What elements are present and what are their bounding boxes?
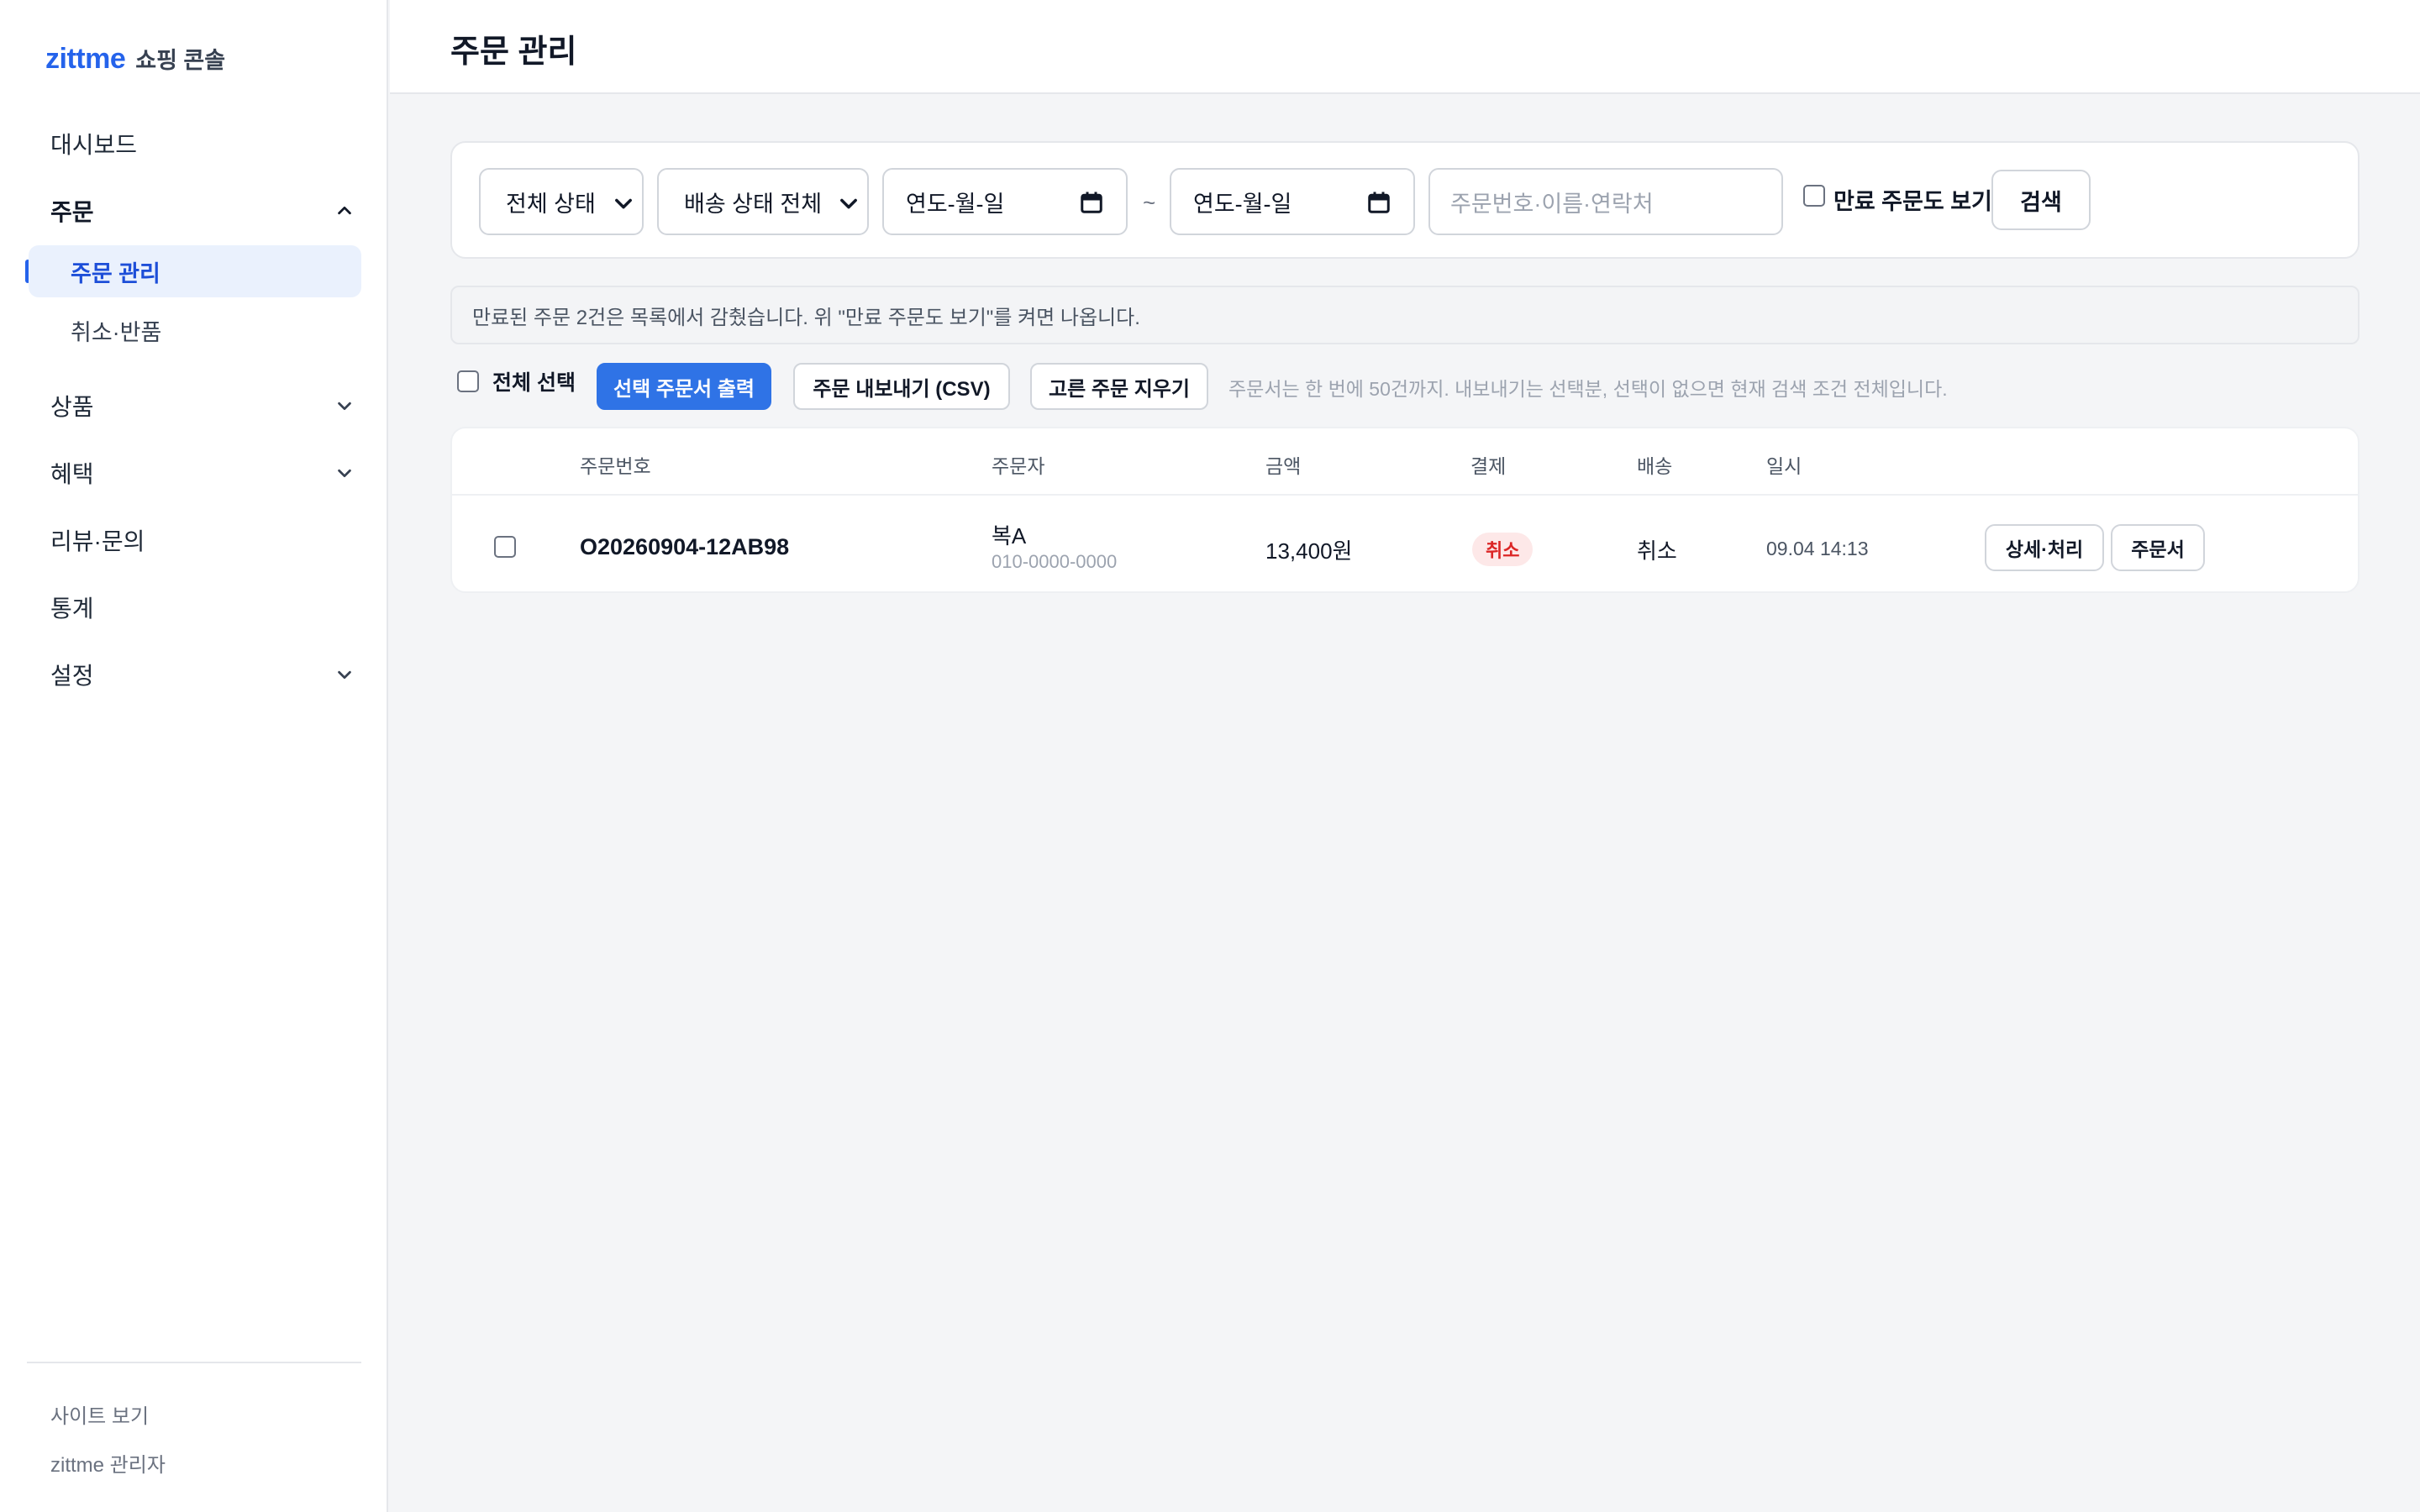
status-select[interactable]: 전체 상태 — [479, 168, 644, 235]
sidebar-item-cancel-return[interactable]: 취소·반품 — [29, 304, 361, 356]
sidebar-item-orders[interactable]: 주문 — [50, 190, 361, 232]
sidebar-item-label: 주문 — [50, 199, 94, 225]
date-to-placeholder: 연도-월-일 — [1193, 191, 1292, 217]
filter-card: 전체 상태 배송 상태 전체 연도-월-일 ~ 연도-월-일 주문번호·이름·연… — [450, 141, 2360, 259]
calendar-icon[interactable] — [1079, 190, 1104, 215]
search-placeholder: 주문번호·이름·연락처 — [1450, 191, 1654, 217]
notice-text: 만료된 주문 2건은 목록에서 감췄습니다. 위 "만료 주문도 보기"를 켜면… — [472, 306, 1140, 329]
chevron-down-icon — [328, 456, 361, 490]
print-selected-button[interactable]: 선택 주문서 출력 — [597, 363, 771, 410]
export-csv-button[interactable]: 주문 내보내기 (CSV) — [793, 363, 1010, 410]
chevron-up-icon — [328, 194, 361, 228]
detail-button[interactable]: 상세·처리 — [1985, 524, 2104, 571]
col-shipping: 배송 — [1637, 455, 1673, 477]
shipping-select[interactable]: 배송 상태 전체 — [657, 168, 869, 235]
orders-table: 주문번호 주문자 금액 결제 배송 일시 O20260904-12AB98 복A… — [450, 427, 2360, 593]
date-from-placeholder: 연도-월-일 — [906, 191, 1005, 217]
sidebar-item-label: 통계 — [50, 596, 94, 622]
select-all[interactable]: 전체 선택 — [457, 366, 576, 396]
select-all-checkbox[interactable] — [457, 370, 479, 392]
table-header: 주문번호 주문자 금액 결제 배송 일시 — [452, 428, 2358, 496]
chevron-down-icon — [615, 198, 632, 209]
buyer-phone: 010-0000-0000 — [992, 551, 1118, 572]
expired-notice: 만료된 주문 2건은 목록에서 감췄습니다. 위 "만료 주문도 보기"를 켜면… — [450, 286, 2360, 344]
date-from-input[interactable]: 연도-월-일 — [882, 168, 1128, 235]
shipping-status: 취소 — [1637, 538, 1677, 564]
sidebar-item-settings[interactable]: 설정 — [50, 654, 361, 696]
buyer-name: 복A — [992, 523, 1027, 549]
sidebar-item-label: 주문 관리 — [71, 260, 160, 286]
col-amount: 금액 — [1265, 455, 1302, 477]
chevron-down-icon — [328, 658, 361, 691]
page-header: 주문 관리 — [390, 0, 2420, 94]
select-all-label: 전체 선택 — [492, 371, 576, 395]
brand-subtitle: 쇼핑 콘솔 — [135, 48, 226, 73]
sidebar-item-label: 상품 — [50, 394, 94, 420]
site-link[interactable]: 사이트 보기 — [50, 1399, 149, 1429]
order-number[interactable]: O20260904-12AB98 — [580, 534, 789, 560]
sidebar-item-reviews[interactable]: 리뷰·문의 — [50, 519, 361, 561]
date-to-input[interactable]: 연도-월-일 — [1170, 168, 1415, 235]
col-date: 일시 — [1766, 455, 1802, 477]
brand[interactable]: zittme 쇼핑 콘솔 — [45, 42, 225, 76]
sidebar-item-label: 리뷰·문의 — [50, 528, 145, 554]
chevron-down-icon — [328, 389, 361, 423]
search-button[interactable]: 검색 — [1991, 170, 2091, 230]
chevron-down-icon — [840, 198, 857, 209]
sidebar-item-stats[interactable]: 통계 — [50, 586, 361, 628]
calendar-icon[interactable] — [1366, 190, 1392, 215]
sidebar-item-label: 대시보드 — [50, 132, 138, 158]
col-payment: 결제 — [1470, 455, 1507, 477]
col-order-no: 주문번호 — [580, 455, 651, 477]
clear-selection-button[interactable]: 고른 주문 지우기 — [1030, 363, 1208, 410]
show-expired-toggle[interactable]: 만료 주문도 보기 — [1803, 183, 1992, 216]
date-separator: ~ — [1143, 190, 1156, 215]
order-date: 09.04 14:13 — [1766, 538, 1869, 559]
sidebar-item-dashboard[interactable]: 대시보드 — [50, 123, 361, 165]
admin-label: zittme 관리자 — [50, 1454, 166, 1477]
status-select-value: 전체 상태 — [506, 191, 596, 217]
shipping-select-value: 배송 상태 전체 — [684, 191, 823, 217]
brand-logo: zittme — [45, 43, 126, 75]
page-title: 주문 관리 — [450, 34, 577, 70]
show-expired-label: 만료 주문도 보기 — [1833, 189, 1992, 214]
sidebar-divider — [27, 1362, 361, 1363]
row-checkbox[interactable] — [494, 536, 516, 558]
sidebar: zittme 쇼핑 콘솔 대시보드 주문 주문 관리 취소·반품 상품 혜택 리… — [0, 0, 388, 1512]
sidebar-item-label: 취소·반품 — [71, 319, 162, 345]
invoice-button[interactable]: 주문서 — [2111, 524, 2205, 571]
payment-status-badge: 취소 — [1472, 533, 1534, 566]
sidebar-item-label: 혜택 — [50, 461, 94, 487]
table-row[interactable]: O20260904-12AB98 복A 010-0000-0000 13,400… — [452, 497, 2358, 591]
sidebar-item-label: 설정 — [50, 663, 94, 689]
search-input[interactable]: 주문번호·이름·연락처 — [1428, 168, 1783, 235]
sidebar-item-benefits[interactable]: 혜택 — [50, 452, 361, 494]
col-buyer: 주문자 — [992, 455, 1045, 477]
show-expired-checkbox[interactable] — [1803, 184, 1825, 207]
sidebar-item-order-management[interactable]: 주문 관리 — [29, 245, 361, 297]
order-amount: 13,400원 — [1265, 538, 1353, 564]
sidebar-item-products[interactable]: 상품 — [50, 385, 361, 427]
toolbar-hint: 주문서는 한 번에 50건까지. 내보내기는 선택분, 선택이 없으면 현재 검… — [1228, 378, 1948, 400]
